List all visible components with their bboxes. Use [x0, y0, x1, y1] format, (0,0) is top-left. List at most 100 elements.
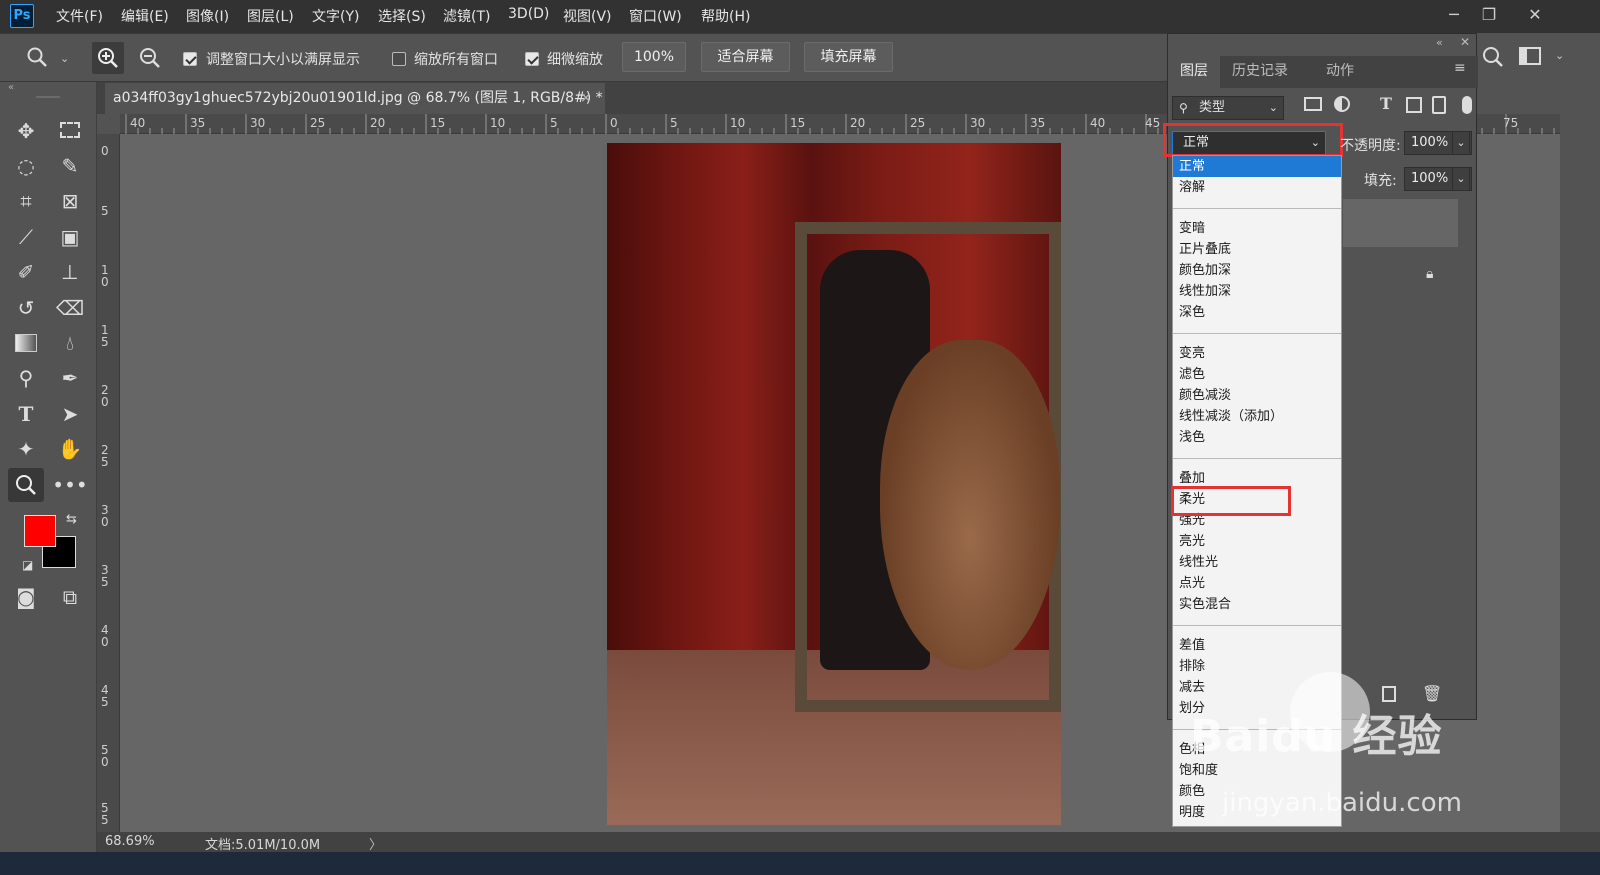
close-window-button[interactable]: ✕: [1522, 4, 1548, 28]
quick-selection-icon[interactable]: ✎: [52, 149, 88, 183]
zoom-100-button[interactable]: 100%: [622, 42, 686, 72]
zoom-tool-preset-icon[interactable]: [26, 46, 48, 68]
frame-tool-icon[interactable]: ⊠: [52, 184, 88, 218]
minimize-button[interactable]: ─: [1441, 4, 1467, 28]
blend-option-lighten[interactable]: 变亮: [1173, 343, 1341, 364]
foreground-color-swatch[interactable]: [24, 515, 56, 547]
blend-option-multiply[interactable]: 正片叠底: [1173, 239, 1341, 260]
lasso-tool-icon[interactable]: ◌: [8, 149, 44, 183]
blend-option-normal[interactable]: 正常: [1173, 156, 1341, 177]
tab-history[interactable]: 历史记录: [1220, 56, 1300, 88]
grip-handle[interactable]: [36, 96, 60, 98]
marquee-tool-icon[interactable]: [52, 114, 88, 148]
quick-mask-icon[interactable]: ◙: [8, 580, 44, 614]
blend-option-lighter-color[interactable]: 浅色: [1173, 427, 1341, 448]
blend-option-hard-mix[interactable]: 实色混合: [1173, 594, 1341, 615]
blend-option-darken[interactable]: 变暗: [1173, 218, 1341, 239]
dodge-tool-icon[interactable]: ⚲: [8, 361, 44, 395]
layer-row-selected[interactable]: [1343, 199, 1458, 247]
patch-tool-icon[interactable]: ▣: [52, 220, 88, 254]
menu-view[interactable]: 视图(V): [563, 6, 612, 26]
more-tools-icon[interactable]: •••: [52, 468, 88, 502]
blend-option-linear-dodge[interactable]: 线性减淡（添加）: [1173, 406, 1341, 427]
adjustment-filter-icon[interactable]: [1334, 96, 1350, 112]
chevron-down-icon[interactable]: ⌄: [1452, 131, 1470, 155]
layer-filter-value: 类型: [1199, 100, 1226, 115]
menu-image[interactable]: 图像(I): [186, 6, 229, 26]
close-tab-icon[interactable]: ×: [580, 83, 592, 113]
eyedropper-icon[interactable]: ⟋: [8, 220, 44, 254]
chevron-down-icon[interactable]: ⌄: [60, 52, 69, 65]
menu-separator: [1173, 625, 1341, 626]
swap-colors-icon[interactable]: ⇆: [66, 512, 77, 527]
blend-option-color-dodge[interactable]: 颜色减淡: [1173, 385, 1341, 406]
search-icon[interactable]: [1481, 45, 1505, 73]
type-tool-icon[interactable]: T: [8, 397, 44, 431]
blend-option-dissolve[interactable]: 溶解: [1173, 177, 1341, 198]
chevron-down-icon[interactable]: ⌄: [1555, 49, 1564, 62]
layer-filter-select[interactable]: ⚲ 类型 ⌄: [1172, 96, 1284, 120]
path-selection-icon[interactable]: ➤: [52, 397, 88, 431]
zoom-all-windows-checkbox[interactable]: [392, 52, 406, 66]
fit-screen-button[interactable]: 适合屏幕: [701, 42, 790, 72]
blend-option-linear-light[interactable]: 线性光: [1173, 552, 1341, 573]
menu-file[interactable]: 文件(F): [56, 6, 103, 26]
blend-option-darker-color[interactable]: 深色: [1173, 302, 1341, 323]
blend-option-color-burn[interactable]: 颜色加深: [1173, 260, 1341, 281]
blend-option-linear-burn[interactable]: 线性加深: [1173, 281, 1341, 302]
filter-toggle[interactable]: [1462, 96, 1472, 114]
gradient-tool-icon[interactable]: [8, 326, 44, 360]
menu-3d[interactable]: 3D(D): [508, 6, 549, 22]
shape-tool-icon[interactable]: ✦: [8, 432, 44, 466]
type-filter-icon[interactable]: T: [1380, 94, 1392, 113]
menu-type[interactable]: 文字(Y): [312, 6, 359, 26]
zoom-level[interactable]: 68.69%: [105, 834, 155, 849]
ruler-label: 75: [1503, 116, 1519, 130]
stamp-tool-icon[interactable]: ⊥: [52, 255, 88, 289]
fill-screen-button[interactable]: 填充屏幕: [804, 42, 893, 72]
status-menu-arrow[interactable]: 〉: [369, 834, 382, 853]
menu-edit[interactable]: 编辑(E): [121, 6, 169, 26]
pixel-filter-icon[interactable]: [1304, 97, 1322, 111]
default-colors-icon[interactable]: ◪: [22, 558, 33, 572]
pen-tool-icon[interactable]: ✒: [52, 361, 88, 395]
workspace-icon[interactable]: [1519, 47, 1541, 65]
screen-mode-icon[interactable]: ⧉: [52, 580, 88, 614]
blend-option-pin-light[interactable]: 点光: [1173, 573, 1341, 594]
menu-layer[interactable]: 图层(L): [247, 6, 294, 26]
zoom-out-button[interactable]: [134, 42, 166, 74]
tab-layers[interactable]: 图层: [1168, 56, 1220, 88]
opacity-value: 100%: [1411, 135, 1449, 150]
zoom-in-button[interactable]: [92, 42, 124, 74]
blend-option-difference[interactable]: 差值: [1173, 635, 1341, 656]
close-panel-icon[interactable]: ✕: [1460, 35, 1470, 49]
hand-tool-icon[interactable]: ✋: [52, 432, 88, 466]
blend-option-vivid-light[interactable]: 亮光: [1173, 531, 1341, 552]
shape-filter-icon[interactable]: [1406, 97, 1422, 113]
status-bar: 68.69% 文档:5.01M/10.0M 〉: [97, 832, 1600, 853]
resize-windows-checkbox[interactable]: [183, 52, 197, 66]
panel-menu-icon[interactable]: ≡: [1454, 60, 1466, 76]
brush-tool-icon[interactable]: ✐: [8, 255, 44, 289]
menu-filter[interactable]: 滤镜(T): [443, 6, 490, 26]
blur-tool-icon[interactable]: 💧︎: [52, 326, 88, 360]
blend-option-screen[interactable]: 滤色: [1173, 364, 1341, 385]
scrubby-zoom-checkbox[interactable]: [525, 52, 539, 66]
menu-help[interactable]: 帮助(H): [701, 6, 750, 26]
history-brush-icon[interactable]: ↺: [8, 291, 44, 325]
menu-select[interactable]: 选择(S): [378, 6, 426, 26]
chevron-down-icon[interactable]: ⌄: [1452, 167, 1470, 191]
blend-mode-highlight: [1163, 123, 1343, 157]
move-tool-icon[interactable]: ✥: [8, 114, 44, 148]
restore-button[interactable]: ❐: [1476, 4, 1502, 28]
crop-tool-icon[interactable]: ⌗: [8, 184, 44, 218]
collapse-icon[interactable]: «: [8, 82, 14, 93]
lock-icon[interactable]: 🔒︎: [1426, 266, 1433, 282]
zoom-tool-icon[interactable]: [8, 468, 44, 502]
smart-object-filter-icon[interactable]: [1432, 96, 1446, 114]
tab-actions[interactable]: 动作: [1314, 56, 1366, 88]
document-tab[interactable]: a034ff03gy1ghuec572ybj20u01901ld.jpg @ 6…: [105, 83, 605, 114]
collapse-panel-icon[interactable]: «: [1436, 36, 1443, 49]
menu-window[interactable]: 窗口(W): [629, 6, 682, 26]
eraser-tool-icon[interactable]: ⌫: [52, 291, 88, 325]
